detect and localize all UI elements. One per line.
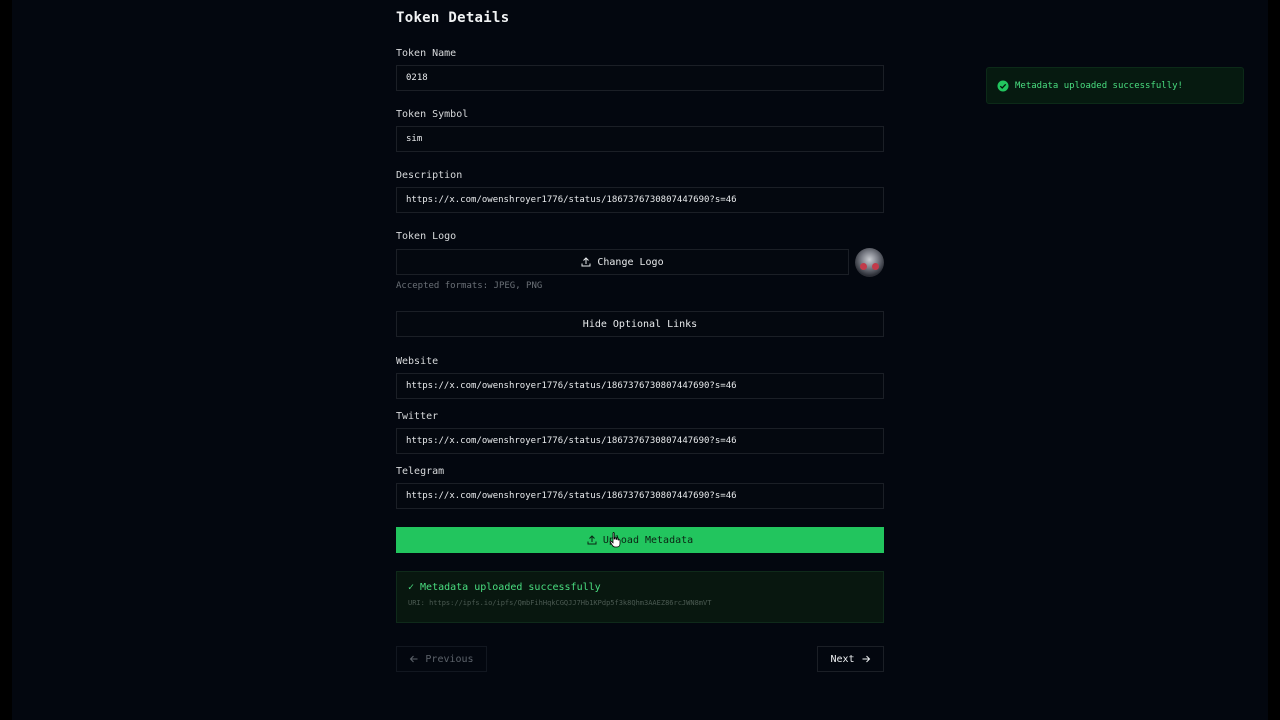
description-label: Description [396, 170, 463, 181]
upload-success-panel: ✓ Metadata uploaded successfully URI: ht… [396, 571, 884, 623]
previous-button[interactable]: Previous [396, 646, 487, 672]
page-title: Token Details [396, 10, 510, 26]
twitter-input[interactable] [396, 428, 884, 454]
accepted-formats-hint: Accepted formats: JPEG, PNG [396, 281, 543, 291]
previous-label: Previous [425, 653, 474, 665]
pointer-cursor-icon [609, 532, 621, 548]
token-symbol-input[interactable] [396, 126, 884, 152]
twitter-label: Twitter [396, 411, 439, 422]
token-name-input[interactable] [396, 65, 884, 91]
toast-message: Metadata uploaded successfully! [1015, 80, 1183, 91]
next-label: Next [830, 653, 855, 665]
website-input[interactable] [396, 373, 884, 399]
token-name-label: Token Name [396, 48, 457, 59]
telegram-label: Telegram [396, 466, 445, 477]
token-logo-label: Token Logo [396, 231, 457, 242]
right-edge [1268, 0, 1280, 720]
next-button[interactable]: Next [817, 646, 884, 672]
arrow-right-icon [861, 654, 871, 664]
left-edge [0, 0, 12, 720]
check-circle-icon [997, 80, 1009, 92]
change-logo-label: Change Logo [597, 256, 664, 268]
metadata-uri[interactable]: URI: https://ipfs.io/ipfs/QmbFihHqkCGQJJ… [408, 599, 872, 607]
upload-metadata-button[interactable]: Upload Metadata [396, 527, 884, 553]
success-toast: Metadata uploaded successfully! [986, 67, 1244, 104]
hide-optional-links-button[interactable]: Hide Optional Links [396, 311, 884, 337]
change-logo-button[interactable]: Change Logo [396, 249, 849, 275]
description-input[interactable] [396, 187, 884, 213]
upload-icon [587, 535, 597, 545]
telegram-input[interactable] [396, 483, 884, 509]
arrow-left-icon [409, 654, 419, 664]
success-message: ✓ Metadata uploaded successfully [408, 582, 601, 593]
token-logo-preview [855, 248, 884, 277]
token-symbol-label: Token Symbol [396, 109, 469, 120]
website-label: Website [396, 356, 439, 367]
upload-icon [581, 257, 591, 267]
